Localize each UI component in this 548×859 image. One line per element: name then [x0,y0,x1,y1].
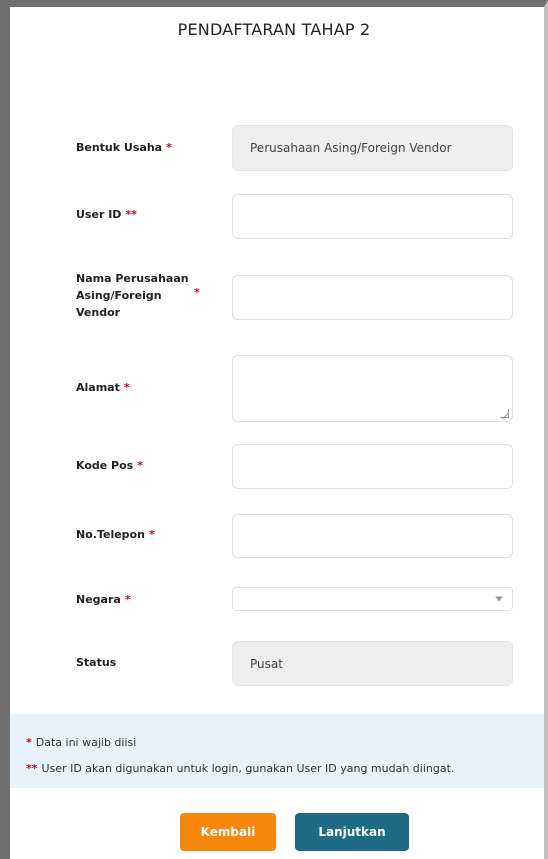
chevron-down-icon [495,596,503,602]
user-id-label: User ID ** [76,208,137,221]
bentuk-usaha-value: Perusahaan Asing/Foreign Vendor [250,141,452,155]
bentuk-usaha-field: Perusahaan Asing/Foreign Vendor [232,125,513,171]
userid-note: ** User ID akan digunakan untuk login, gu… [26,762,454,775]
userid-note-text: User ID akan digunakan untuk login, guna… [41,762,455,775]
status-label: Status [76,656,117,669]
required-mark: * [166,141,172,154]
bentuk-usaha-label: Bentuk Usaha * [76,141,172,154]
required-mark: ** [125,208,137,221]
resize-handle-icon[interactable] [500,409,509,418]
kode-pos-label: Kode Pos * [76,459,143,472]
negara-label: Negara * [76,593,131,606]
status-field: Pusat [232,641,513,686]
alamat-textarea[interactable] [232,355,513,422]
next-button[interactable]: Lanjutkan [295,813,409,851]
userid-note-mark: ** [26,762,38,775]
nama-perusahaan-label: Nama Perusahaan Asing/Foreign Vendor [76,270,189,321]
kode-pos-input[interactable] [232,444,513,489]
required-mark: * [148,528,155,541]
required-note-text: Data ini wajib diisi [35,736,137,749]
alamat-label-text: Alamat [76,381,120,394]
bentuk-usaha-label-text: Bentuk Usaha [76,141,163,154]
telepon-input[interactable] [232,514,513,558]
negara-label-text: Negara [76,593,121,606]
user-id-input[interactable] [232,194,513,239]
page-title: PENDAFTARAN TAHAP 2 [177,20,371,39]
telepon-label-text: No.Telepon [76,528,145,541]
required-mark: * [123,381,130,394]
required-note-mark: * [26,736,32,749]
nama-perusahaan-label-line1: Nama Perusahaan [76,272,189,285]
info-notes: * Data ini wajib diisi ** User ID akan dig… [10,714,544,788]
user-id-label-text: User ID [76,208,122,221]
negara-select[interactable] [232,587,513,611]
nama-perusahaan-input[interactable] [232,275,513,320]
alamat-label: Alamat * [76,381,130,394]
status-value: Pusat [250,656,283,671]
back-button[interactable]: Kembali [180,813,276,851]
telepon-label: No.Telepon * [76,528,155,541]
required-note: * Data ini wajib diisi [26,736,136,749]
nama-perusahaan-label-line3: Vendor [76,306,121,319]
nama-perusahaan-label-line2: Asing/Foreign [76,289,162,302]
required-mark: * [124,593,131,606]
required-mark: * [194,286,200,299]
kode-pos-label-text: Kode Pos [76,459,134,472]
required-mark: * [137,459,143,472]
